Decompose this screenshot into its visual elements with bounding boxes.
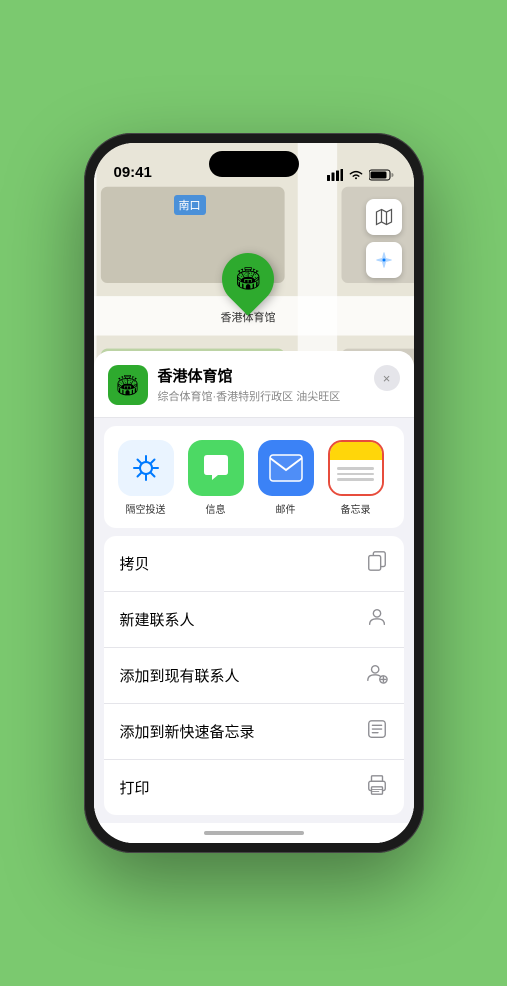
action-print-label: 打印: [120, 777, 150, 798]
action-quick-note[interactable]: 添加到新快速备忘录: [104, 704, 404, 760]
action-new-contact-label: 新建联系人: [120, 609, 195, 630]
action-copy-label: 拷贝: [120, 553, 150, 574]
messages-svg: [200, 452, 232, 484]
action-copy[interactable]: 拷贝: [104, 536, 404, 592]
copy-icon: [366, 550, 388, 577]
pin-circle: 🏟: [211, 242, 285, 316]
compass-icon: [375, 251, 393, 269]
mail-svg: [269, 454, 303, 482]
map-view-button[interactable]: [366, 199, 402, 235]
mail-label: 邮件: [276, 501, 296, 516]
venue-info: 香港体育馆 综合体育馆·香港特别行政区 油尖旺区: [158, 365, 364, 404]
action-print[interactable]: 打印: [104, 760, 404, 815]
map-entrance-label: 南口: [174, 195, 206, 215]
messages-label: 信息: [206, 501, 226, 516]
phone-screen: 09:41: [94, 143, 414, 843]
action-list: 拷贝 新建联系人: [104, 536, 404, 815]
quick-note-icon: [366, 718, 388, 745]
new-contact-icon: [366, 606, 388, 633]
share-row: 隔空投送 信息: [104, 426, 404, 528]
action-new-contact[interactable]: 新建联系人: [104, 592, 404, 648]
share-more[interactable]: [396, 440, 404, 505]
notes-inner: [330, 442, 382, 494]
more-icon-box: [398, 444, 404, 500]
status-time: 09:41: [114, 164, 152, 181]
notes-lines: [337, 464, 373, 484]
close-button[interactable]: ×: [374, 365, 400, 391]
battery-icon: [369, 169, 394, 181]
airdrop-icon-box: [118, 440, 174, 496]
bottom-sheet: 🏟 香港体育馆 综合体育馆·香港特别行政区 油尖旺区 ×: [94, 351, 414, 843]
home-bar: [204, 831, 304, 835]
phone-frame: 09:41: [84, 133, 424, 853]
messages-icon-box: [188, 440, 244, 496]
signal-icon: [327, 169, 343, 181]
venue-name: 香港体育馆: [158, 365, 364, 386]
share-messages[interactable]: 信息: [186, 440, 246, 516]
notes-icon-box: [328, 440, 384, 496]
action-add-contact-label: 添加到现有联系人: [120, 665, 240, 686]
share-mail[interactable]: 邮件: [256, 440, 316, 516]
map-icon: [374, 207, 394, 227]
share-notes[interactable]: 备忘录: [326, 440, 386, 516]
venue-header: 🏟 香港体育馆 综合体育馆·香港特别行政区 油尖旺区 ×: [94, 351, 414, 418]
airdrop-label: 隔空投送: [126, 501, 166, 516]
notes-label: 备忘录: [341, 501, 371, 516]
map-controls[interactable]: [366, 199, 402, 278]
venue-subtitle: 综合体育馆·香港特别行政区 油尖旺区: [158, 388, 364, 404]
home-indicator: [94, 823, 414, 843]
location-pin: 🏟 香港体育馆: [221, 253, 276, 325]
action-quick-note-label: 添加到新快速备忘录: [120, 721, 255, 742]
location-button[interactable]: [366, 242, 402, 278]
add-contact-icon: [366, 662, 388, 689]
airdrop-svg: [131, 453, 161, 483]
print-icon: [366, 774, 388, 801]
status-icons: [327, 169, 394, 181]
mail-icon-box: [258, 440, 314, 496]
venue-icon: 🏟: [108, 365, 148, 405]
wifi-icon: [348, 169, 364, 181]
stadium-icon: 🏟: [234, 266, 262, 292]
action-add-contact[interactable]: 添加到现有联系人: [104, 648, 404, 704]
share-airdrop[interactable]: 隔空投送: [116, 440, 176, 516]
dynamic-island: [209, 151, 299, 177]
